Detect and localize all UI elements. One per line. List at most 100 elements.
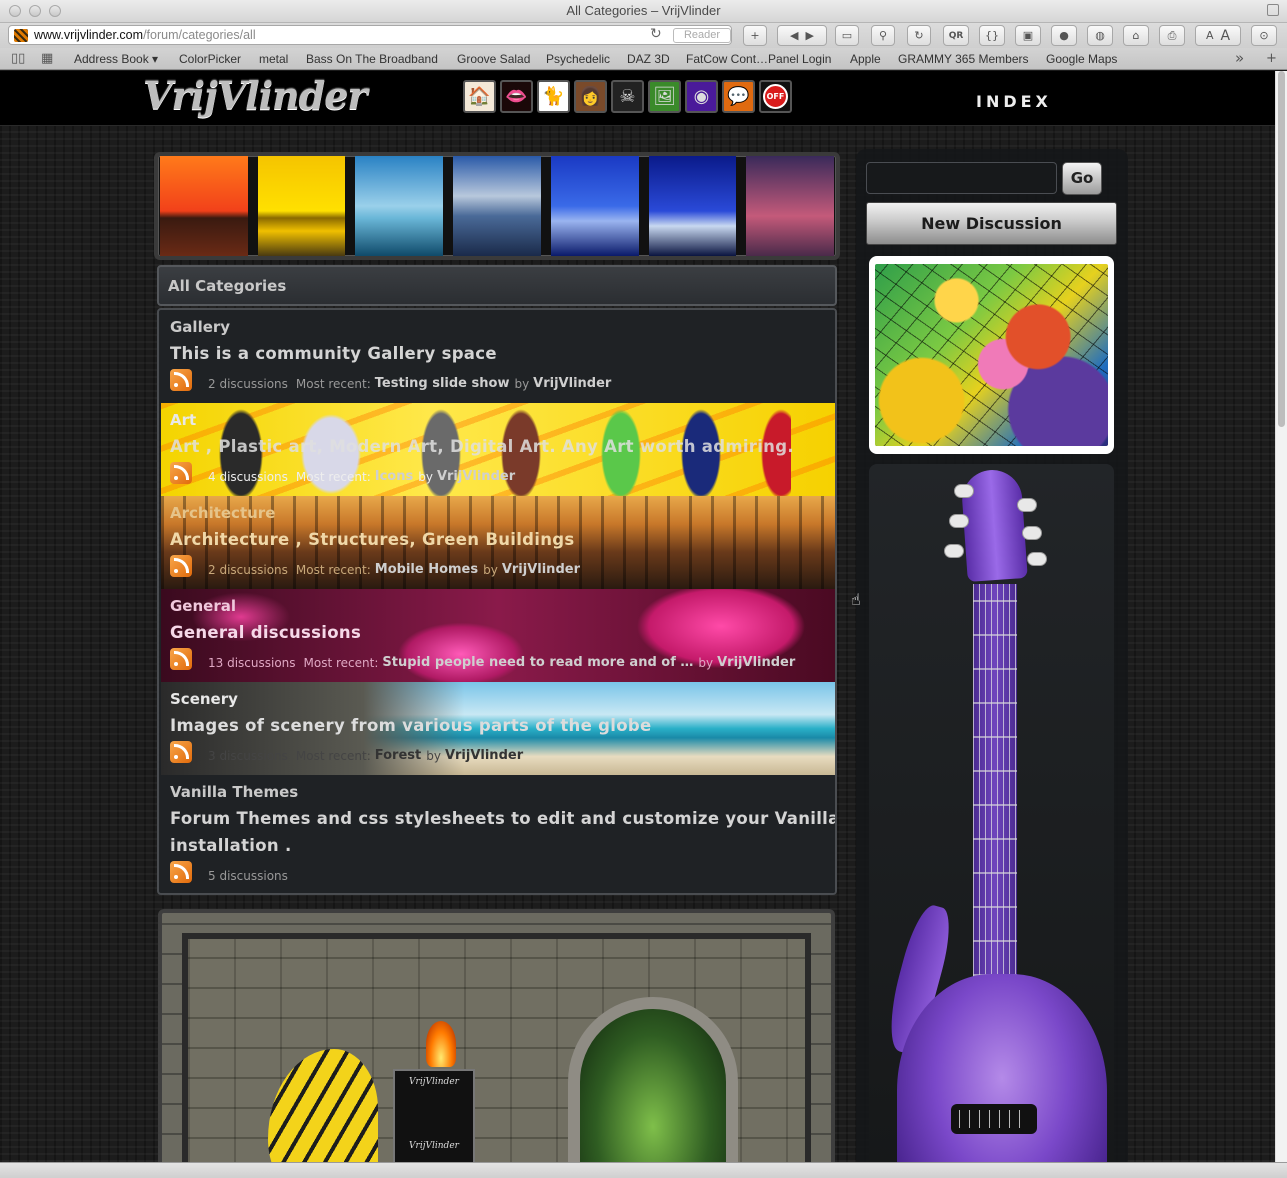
category-description: This is a community Gallery space <box>170 344 497 363</box>
window-title: All Categories – VrijVlinder <box>566 3 721 18</box>
search-go-button[interactable]: Go <box>1062 162 1102 195</box>
new-discussion-button[interactable]: New Discussion <box>866 202 1117 245</box>
discussion-count: 13 discussions <box>208 656 296 670</box>
top-sites-grid-icon[interactable]: ▦ <box>41 51 53 66</box>
back-forward-button[interactable]: ◀ ▶ <box>777 25 827 46</box>
new-tab-plus-icon[interactable]: + <box>1266 51 1277 66</box>
location-button[interactable]: ⚲ <box>871 25 895 46</box>
bookmark-grammy[interactable]: GRAMMY 365 Members <box>898 52 1028 66</box>
guitar-strings <box>959 1110 1029 1128</box>
chat-icon[interactable]: 💬 <box>722 80 755 113</box>
page-scrollbar[interactable] <box>1275 71 1287 1162</box>
power-off-icon[interactable]: OFF <box>759 80 792 113</box>
category-art: Art Art , Plastic art, Modern Art, Digit… <box>161 403 835 496</box>
author-link[interactable]: VrijVlinder <box>502 562 580 577</box>
discussion-count: 3 discussions <box>208 749 288 763</box>
refresh-button[interactable]: ↻ <box>907 25 931 46</box>
extension-button-2[interactable]: ● <box>1051 25 1077 46</box>
most-recent-link[interactable]: Stupid people need to read more and of … <box>382 655 693 670</box>
category-name[interactable]: Architecture <box>170 504 275 522</box>
banner-dusk-image-7 <box>746 156 835 256</box>
index-link[interactable]: INDEX <box>976 92 1052 111</box>
keyboard-button[interactable]: ▭ <box>835 25 859 46</box>
site-favicon-icon <box>14 29 28 42</box>
rss-icon[interactable] <box>170 462 192 484</box>
teeth-icon[interactable]: 👄 <box>500 80 533 113</box>
rss-icon[interactable] <box>170 648 192 670</box>
home-button[interactable]: ⌂ <box>1123 25 1149 46</box>
rss-icon[interactable] <box>170 369 192 391</box>
bookmark-fatcow[interactable]: FatCow Cont…Panel Login <box>686 52 831 66</box>
text-size-button[interactable]: A A <box>1195 25 1241 46</box>
address-bar[interactable]: www.vrijvlinder.com/forum/categories/all… <box>8 25 732 45</box>
author-link[interactable]: VrijVlinder <box>533 376 611 391</box>
categories-list: Gallery This is a community Gallery spac… <box>157 308 837 895</box>
most-recent-link[interactable]: Mobile Homes <box>375 562 478 577</box>
downloads-button[interactable]: ⊙ <box>1251 25 1277 46</box>
bookmark-psychedelic[interactable]: Psychedelic <box>546 52 610 66</box>
category-name[interactable]: Gallery <box>170 318 230 336</box>
bookmark-address-book[interactable]: Address Book ▾ <box>74 52 158 66</box>
search-input[interactable] <box>866 162 1057 194</box>
bookmark-colorpicker[interactable]: ColorPicker <box>179 52 241 66</box>
rss-icon[interactable] <box>170 861 192 883</box>
reading-list-icon[interactable]: ▯▯ <box>11 51 25 66</box>
tuning-peg <box>949 514 969 528</box>
tuning-peg <box>1027 552 1047 566</box>
back-icon[interactable]: ◀ <box>790 29 798 42</box>
site-logo[interactable]: VrijVlinder <box>143 73 367 118</box>
fullscreen-icon[interactable] <box>1267 4 1279 16</box>
music-disc-icon[interactable]: ◉ <box>685 80 718 113</box>
bookmark-google-maps[interactable]: Google Maps <box>1046 52 1117 66</box>
bookmark-bass-on-broadband[interactable]: Bass On The Broadband <box>306 52 438 66</box>
bookmark-daz3d[interactable]: DAZ 3D <box>627 52 670 66</box>
skull-icon[interactable]: ☠ <box>611 80 644 113</box>
scrollbar-thumb[interactable] <box>1278 71 1285 427</box>
bookmark-groove-salad[interactable]: Groove Salad <box>457 52 530 66</box>
most-recent-link[interactable]: Icons <box>375 469 413 484</box>
photo-icon[interactable]: 🖼 <box>648 80 681 113</box>
text-larger-icon[interactable]: A <box>1220 28 1230 44</box>
category-meta: 2 discussions Most recent: Mobile Homes … <box>170 553 580 577</box>
url-host: www.vrijvlinder.com <box>34 28 144 42</box>
by-label: by <box>426 749 441 763</box>
reload-icon[interactable]: ↻ <box>650 26 662 42</box>
add-bookmark-button[interactable]: + <box>743 25 767 46</box>
more-bookmarks-icon[interactable]: » <box>1235 49 1244 67</box>
most-recent-label: Most recent: <box>295 749 371 763</box>
reader-button[interactable]: Reader <box>673 28 731 43</box>
stained-glass-image[interactable] <box>869 256 1114 454</box>
text-smaller-icon[interactable]: A <box>1206 29 1214 42</box>
amp-brand-label-top: VrijVlinder <box>409 1077 459 1087</box>
extension-button-1[interactable]: ▣ <box>1015 25 1041 46</box>
most-recent-link[interactable]: Testing slide show <box>375 376 510 391</box>
most-recent-link[interactable]: Forest <box>375 748 421 763</box>
bookmark-metal[interactable]: metal <box>259 52 288 66</box>
home-icon[interactable]: 🏠 <box>463 80 496 113</box>
amplifier-stack: VrijVlinder VrijVlinder <box>393 1069 475 1162</box>
code-button[interactable]: {} <box>979 25 1005 46</box>
cat-icon[interactable]: 🐈 <box>537 80 570 113</box>
extension-button-3[interactable]: ◍ <box>1087 25 1113 46</box>
url-text[interactable]: www.vrijvlinder.com/forum/categories/all <box>34 28 256 42</box>
category-name[interactable]: Art <box>170 411 196 429</box>
category-name[interactable]: General <box>170 597 236 615</box>
rss-icon[interactable] <box>170 555 192 577</box>
author-link[interactable]: VrijVlinder <box>437 469 515 484</box>
tuning-peg <box>954 484 974 498</box>
author-link[interactable]: VrijVlinder <box>445 748 523 763</box>
rss-icon[interactable] <box>170 741 192 763</box>
category-name[interactable]: Scenery <box>170 690 238 708</box>
banner-clouds-image-4 <box>453 156 541 256</box>
forward-icon[interactable]: ▶ <box>806 29 814 42</box>
category-name[interactable]: Vanilla Themes <box>170 783 298 801</box>
portrait-icon[interactable]: 👩 <box>574 80 607 113</box>
author-link[interactable]: VrijVlinder <box>717 655 795 670</box>
qr-button[interactable]: QR <box>943 25 969 46</box>
category-meta: 13 discussions Most recent: Stupid peopl… <box>170 646 795 670</box>
flame-icon <box>426 1021 456 1067</box>
mosaic-artwork <box>875 264 1108 446</box>
print-button[interactable]: ⎙ <box>1159 25 1185 46</box>
bookmark-apple[interactable]: Apple <box>850 52 881 66</box>
category-description-line-2: installation . <box>170 836 292 855</box>
